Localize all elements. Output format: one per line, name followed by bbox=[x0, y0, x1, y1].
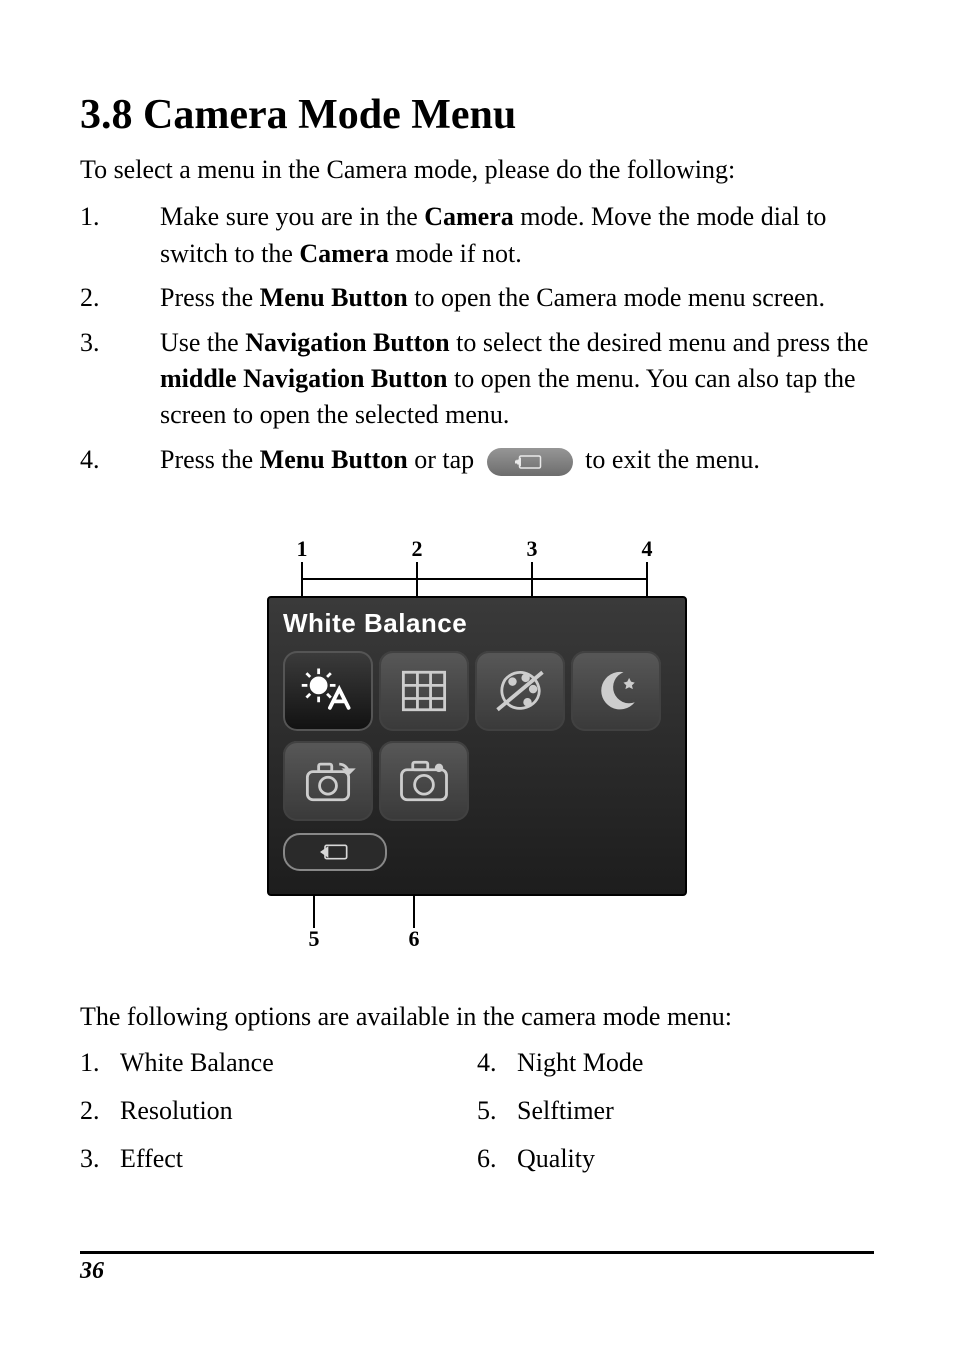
option-text: Night Mode bbox=[517, 1048, 643, 1078]
camera-menu-screen: White Balance bbox=[267, 596, 687, 896]
options-grid: 1. White Balance 4. Night Mode 2. Resolu… bbox=[80, 1048, 874, 1174]
text: mode if not. bbox=[389, 239, 522, 268]
option-text: Quality bbox=[517, 1144, 595, 1174]
text-bold: Camera bbox=[424, 202, 514, 231]
footer: 36 bbox=[80, 1251, 874, 1285]
step-4: Press the Menu Button or tap to exit the… bbox=[80, 442, 874, 478]
option-text: Effect bbox=[120, 1144, 183, 1174]
option-text: Resolution bbox=[120, 1096, 233, 1126]
text-bold: Menu Button bbox=[260, 283, 408, 312]
option-number: 5. bbox=[477, 1096, 517, 1126]
effect-icon bbox=[490, 661, 550, 721]
callout-label: 6 bbox=[404, 926, 424, 952]
empty-cell bbox=[475, 741, 565, 821]
heading: 3.8 Camera Mode Menu bbox=[80, 90, 874, 140]
callout-line bbox=[301, 578, 647, 580]
callouts-bottom: 5 6 bbox=[247, 896, 707, 952]
option-1: 1. White Balance bbox=[80, 1048, 477, 1078]
text: Press the bbox=[160, 283, 260, 312]
menu-icon-grid bbox=[283, 651, 671, 821]
step-1: Make sure you are in the Camera mode. Mo… bbox=[80, 199, 874, 272]
callout-label: 3 bbox=[522, 536, 542, 562]
night-mode-icon bbox=[586, 661, 646, 721]
option-text: White Balance bbox=[120, 1048, 274, 1078]
back-icon bbox=[317, 842, 353, 862]
option-4: 4. Night Mode bbox=[477, 1048, 874, 1078]
option-number: 4. bbox=[477, 1048, 517, 1078]
callout-label: 4 bbox=[637, 536, 657, 562]
option-5: 5. Selftimer bbox=[477, 1096, 874, 1126]
text: to select the desired menu and press the bbox=[450, 328, 869, 357]
option-3: 3. Effect bbox=[80, 1144, 477, 1174]
menu-item-white-balance[interactable] bbox=[283, 651, 373, 731]
empty-cell bbox=[571, 741, 661, 821]
option-2: 2. Resolution bbox=[80, 1096, 477, 1126]
page-number: 36 bbox=[80, 1258, 874, 1285]
menu-item-effect[interactable] bbox=[475, 651, 565, 731]
callouts-top: 1 2 3 4 bbox=[247, 536, 707, 596]
menu-item-quality[interactable] bbox=[379, 741, 469, 821]
text-bold: Camera bbox=[299, 239, 389, 268]
callout-line bbox=[413, 896, 415, 928]
resolution-icon bbox=[394, 661, 454, 721]
white-balance-icon bbox=[298, 661, 358, 721]
options-intro: The following options are available in t… bbox=[80, 1002, 874, 1032]
menu-item-resolution[interactable] bbox=[379, 651, 469, 731]
screen-title: White Balance bbox=[283, 608, 671, 639]
footer-rule bbox=[80, 1251, 874, 1254]
text: to exit the menu. bbox=[585, 445, 760, 474]
option-number: 1. bbox=[80, 1048, 120, 1078]
text: Press the bbox=[160, 445, 260, 474]
text-bold: middle Navigation Button bbox=[160, 364, 448, 393]
text-bold: Menu Button bbox=[260, 445, 408, 474]
callout-label: 5 bbox=[304, 926, 324, 952]
page: 3.8 Camera Mode Menu To select a menu in… bbox=[0, 0, 954, 1345]
text: or tap bbox=[408, 445, 481, 474]
selftimer-icon bbox=[298, 751, 358, 811]
callout-label: 2 bbox=[407, 536, 427, 562]
text: to open the Camera mode menu screen. bbox=[408, 283, 825, 312]
option-number: 2. bbox=[80, 1096, 120, 1126]
figure: 1 2 3 4 White Balance bbox=[247, 536, 707, 952]
menu-item-night-mode[interactable] bbox=[571, 651, 661, 731]
option-text: Selftimer bbox=[517, 1096, 614, 1126]
option-number: 3. bbox=[80, 1144, 120, 1174]
intro-text: To select a menu in the Camera mode, ple… bbox=[80, 152, 874, 187]
step-3: Use the Navigation Button to select the … bbox=[80, 325, 874, 434]
steps-list: Make sure you are in the Camera mode. Mo… bbox=[80, 199, 874, 486]
text: Use the bbox=[160, 328, 245, 357]
quality-icon bbox=[394, 751, 454, 811]
step-2: Press the Menu Button to open the Camera… bbox=[80, 280, 874, 316]
callout-label: 1 bbox=[292, 536, 312, 562]
text: Make sure you are in the bbox=[160, 202, 424, 231]
back-icon bbox=[487, 448, 573, 476]
option-6: 6. Quality bbox=[477, 1144, 874, 1174]
menu-item-selftimer[interactable] bbox=[283, 741, 373, 821]
callout-line bbox=[313, 896, 315, 928]
back-button[interactable] bbox=[283, 833, 387, 871]
text-bold: Navigation Button bbox=[245, 328, 449, 357]
option-number: 6. bbox=[477, 1144, 517, 1174]
